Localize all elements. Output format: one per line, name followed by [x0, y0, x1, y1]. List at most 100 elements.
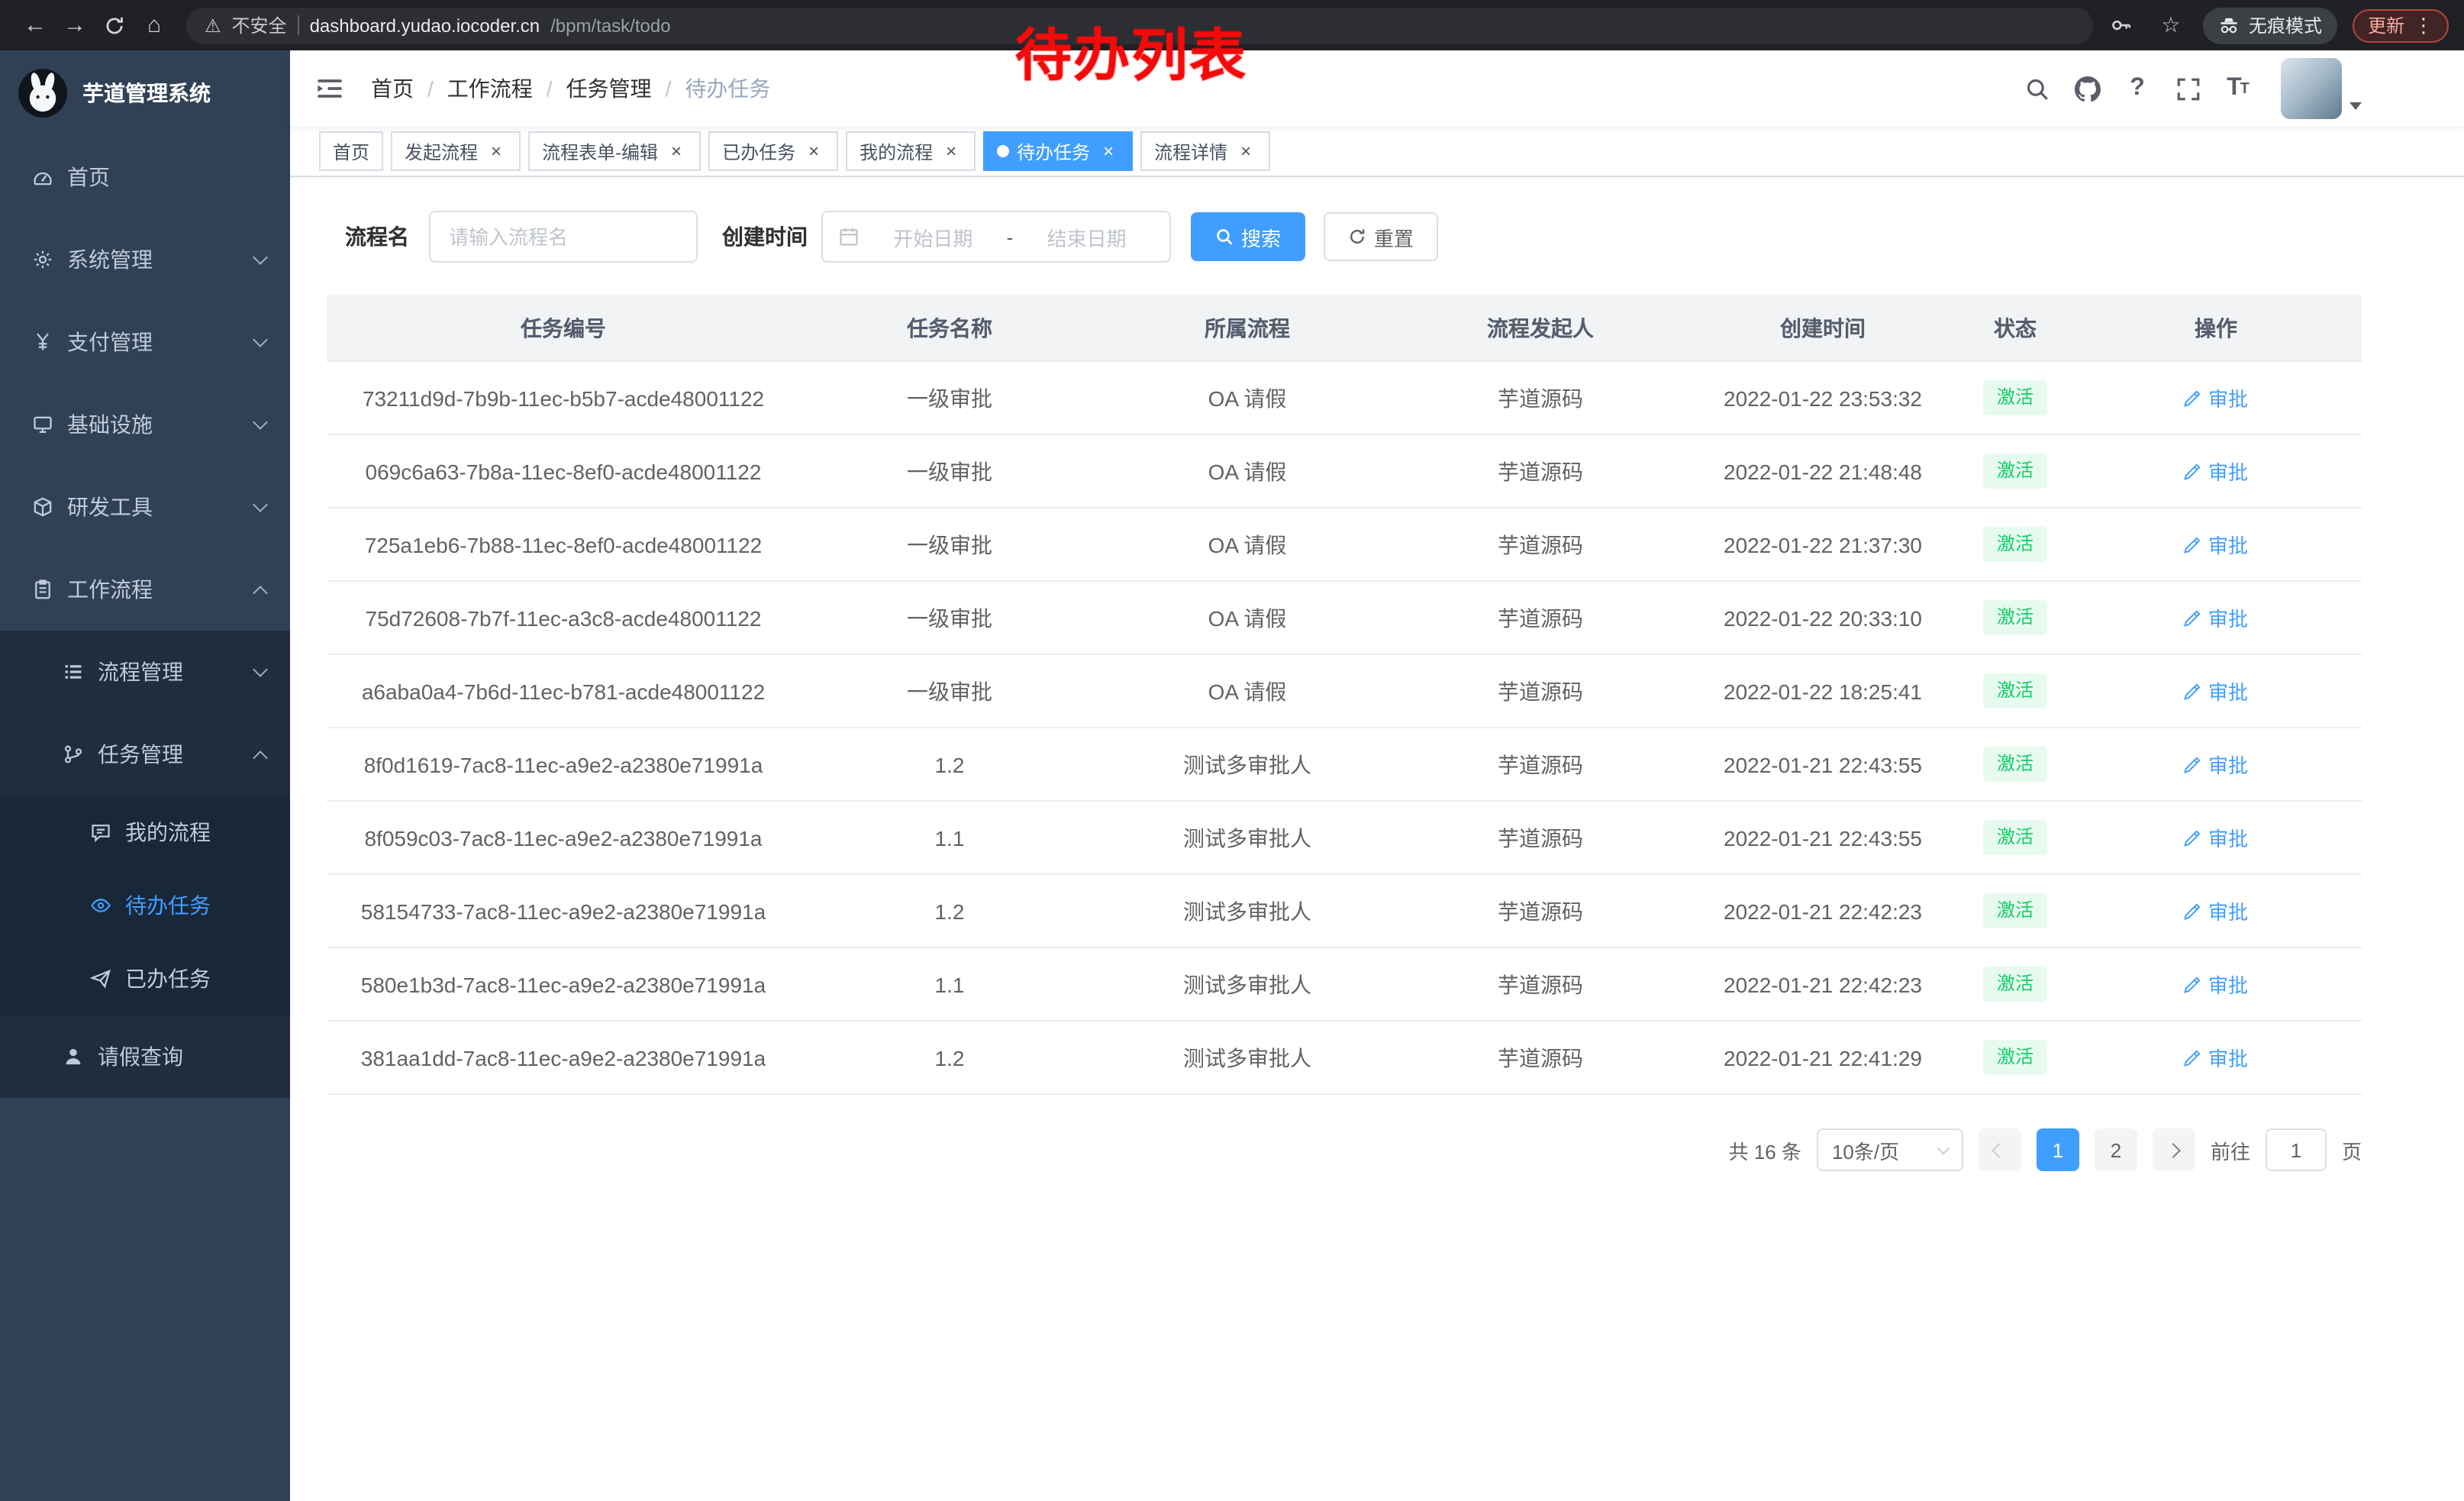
approve-link[interactable]: 审批: [2184, 676, 2248, 705]
status-badge: 激活: [1983, 1041, 2047, 1075]
user-avatar[interactable]: [2281, 58, 2342, 119]
status-badge: 激活: [1983, 601, 2047, 635]
status-badge: 激活: [1983, 674, 2047, 709]
page-button-1[interactable]: 1: [2037, 1128, 2079, 1171]
address-bar[interactable]: ⚠ 不安全 dashboard.yudao.iocoder.cn /bpm/ta…: [186, 7, 2093, 44]
close-icon[interactable]: ×: [940, 140, 962, 162]
password-key-icon[interactable]: [2105, 8, 2139, 42]
approve-link[interactable]: 审批: [2184, 970, 2248, 999]
approve-link[interactable]: 审批: [2184, 530, 2248, 559]
cell-action: 审批: [2070, 676, 2362, 705]
sidebar-item-devtools[interactable]: 研发工具: [0, 466, 290, 548]
cell-initiator: 芋道源码: [1395, 676, 1685, 706]
tab-home[interactable]: 首页: [319, 131, 383, 171]
search-icon[interactable]: [2017, 69, 2056, 108]
date-range-picker[interactable]: 开始日期 - 结束日期: [821, 211, 1171, 263]
sidebar-item-home[interactable]: 首页: [0, 136, 290, 218]
sidebar-item-done-tasks[interactable]: 已办任务: [0, 942, 290, 1015]
tab-done-tasks[interactable]: 已办任务×: [708, 131, 838, 171]
approve-link[interactable]: 审批: [2184, 750, 2248, 779]
help-icon[interactable]: ?: [2117, 69, 2157, 108]
active-dot: [997, 145, 1009, 157]
browser-home-button[interactable]: ⌂: [134, 5, 174, 45]
user-menu[interactable]: [2281, 58, 2362, 119]
sidebar-item-leave-query[interactable]: 请假查询: [0, 1015, 290, 1098]
cell-process: 测试多审批人: [1099, 749, 1395, 780]
tab-start-process[interactable]: 发起流程×: [391, 131, 521, 171]
sidebar-item-todo-tasks[interactable]: 待办任务: [0, 869, 290, 942]
breadcrumb-item-home[interactable]: 首页: [371, 73, 414, 104]
process-name-input[interactable]: [429, 211, 698, 263]
column-initiator: 流程发起人: [1395, 312, 1685, 343]
column-status: 状态: [1960, 312, 2070, 343]
tab-process-detail[interactable]: 流程详情×: [1140, 131, 1270, 171]
tab-process-form-edit[interactable]: 流程表单-编辑×: [528, 131, 701, 171]
github-icon[interactable]: [2067, 69, 2107, 108]
app-logo: [18, 69, 67, 118]
browser-forward-button[interactable]: →: [55, 5, 95, 45]
incognito-badge[interactable]: 无痕模式: [2203, 7, 2337, 44]
fullscreen-icon[interactable]: [2168, 69, 2208, 108]
search-button[interactable]: 搜索: [1191, 212, 1305, 261]
close-icon[interactable]: ×: [666, 140, 687, 162]
approve-link[interactable]: 审批: [2184, 1043, 2248, 1072]
sidebar-item-infrastructure[interactable]: 基础设施: [0, 383, 290, 466]
cell-task-name: 一级审批: [800, 602, 1099, 633]
cell-status: 激活: [1960, 601, 2070, 635]
close-icon[interactable]: ×: [485, 140, 507, 162]
close-icon[interactable]: ×: [803, 140, 824, 162]
cell-created-time: 2022-01-22 20:33:10: [1685, 605, 1960, 630]
update-label: 更新: [2368, 12, 2404, 38]
goto-page-input[interactable]: [2266, 1128, 2327, 1171]
range-separator: -: [1007, 225, 1014, 248]
browser-chrome: ← → ⌂ ⚠ 不安全 dashboard.yudao.iocoder.cn /…: [0, 0, 2464, 50]
font-size-icon[interactable]: TT: [2218, 69, 2258, 108]
app-logo-bar[interactable]: 芋道管理系统: [0, 50, 290, 136]
prev-page-button[interactable]: [1979, 1128, 2021, 1171]
sidebar-item-payment[interactable]: 支付管理: [0, 301, 290, 383]
page-size-select[interactable]: 10条/页: [1817, 1128, 1963, 1171]
page-button-2[interactable]: 2: [2095, 1128, 2137, 1171]
security-label: 不安全: [232, 12, 287, 38]
breadcrumb-item-workflow[interactable]: 工作流程: [447, 73, 533, 104]
breadcrumb-item-task-management[interactable]: 任务管理: [566, 73, 652, 104]
status-badge: 激活: [1983, 454, 2047, 489]
cell-initiator: 芋道源码: [1395, 749, 1685, 780]
filter-bar: 流程名 创建时间 开始日期 - 结束日期 搜索 重: [345, 211, 2362, 263]
cell-status: 激活: [1960, 821, 2070, 855]
sidebar-collapse-button[interactable]: [313, 72, 347, 105]
browser-back-button[interactable]: ←: [15, 5, 55, 45]
chevron-up-icon: [253, 750, 268, 765]
home-icon: ⌂: [147, 12, 161, 38]
close-icon[interactable]: ×: [1098, 140, 1119, 162]
bookmark-star-icon[interactable]: ☆: [2154, 8, 2188, 42]
cell-status: 激活: [1960, 381, 2070, 415]
infrastructure-icon: [31, 413, 53, 436]
next-page-button[interactable]: [2153, 1128, 2195, 1171]
approve-link[interactable]: 审批: [2184, 457, 2248, 486]
edit-icon: [2184, 682, 2202, 700]
sidebar-item-my-process[interactable]: 我的流程: [0, 796, 290, 869]
sidebar-item-process-management[interactable]: 流程管理: [0, 631, 290, 713]
approve-link[interactable]: 审批: [2184, 603, 2248, 632]
column-process: 所属流程: [1099, 312, 1395, 343]
tab-todo-tasks[interactable]: 待办任务×: [983, 131, 1133, 171]
cell-created-time: 2022-01-22 23:53:32: [1685, 386, 1960, 410]
cell-process: OA 请假: [1099, 676, 1395, 706]
tab-my-process[interactable]: 我的流程×: [846, 131, 976, 171]
main-area: 首页 / 工作流程 / 任务管理 / 待办任务 ? TT: [290, 50, 2464, 1501]
browser-update-button[interactable]: 更新 ⋮: [2353, 8, 2449, 42]
column-action: 操作: [2070, 312, 2362, 343]
close-icon[interactable]: ×: [1235, 140, 1256, 162]
approve-link[interactable]: 审批: [2184, 896, 2248, 925]
sidebar-item-task-management[interactable]: 任务管理: [0, 713, 290, 796]
sidebar-item-workflow[interactable]: 工作流程: [0, 548, 290, 631]
cell-task-name: 1.1: [800, 972, 1099, 996]
reset-button[interactable]: 重置: [1324, 212, 1438, 261]
approve-link[interactable]: 审批: [2184, 823, 2248, 852]
cell-task-id: 725a1eb6-7b88-11ec-8ef0-acde48001122: [327, 532, 800, 557]
sidebar-item-system[interactable]: 系统管理: [0, 218, 290, 301]
approve-link[interactable]: 审批: [2184, 383, 2248, 412]
browser-refresh-button[interactable]: [95, 5, 134, 45]
chevron-down-icon: [253, 250, 268, 265]
